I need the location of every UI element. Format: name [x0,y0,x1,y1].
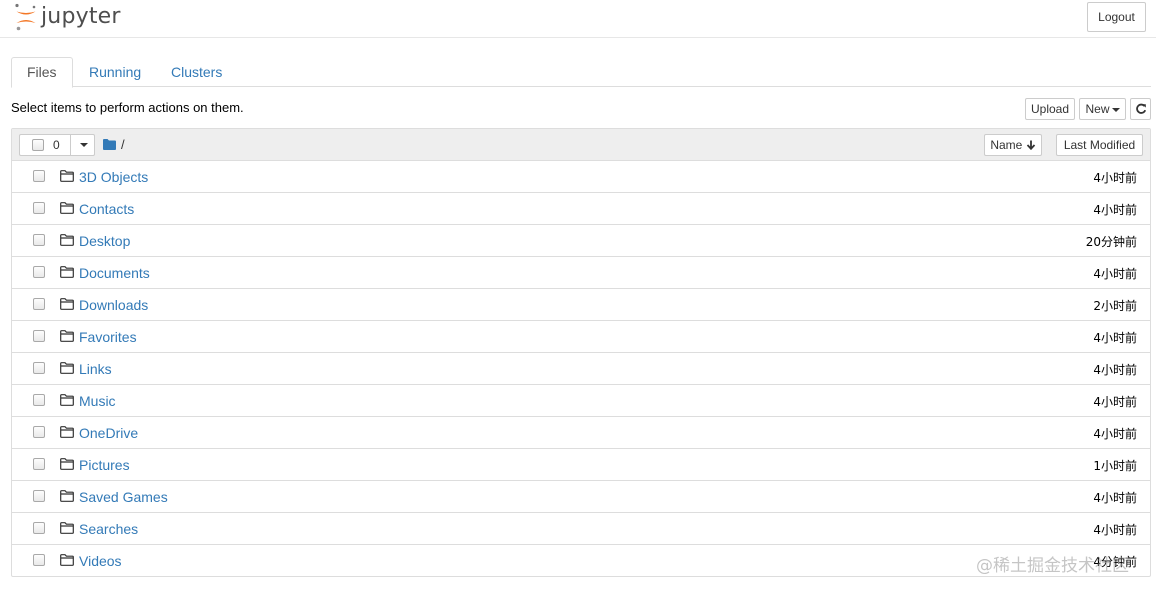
sort-last-modified-button[interactable]: Last Modified [1056,134,1143,156]
chevron-down-icon[interactable] [80,143,88,147]
folder-icon [60,298,74,313]
item-modified-time: 1小时前 [1093,459,1137,473]
folder-icon [60,522,74,537]
folder-icon [60,554,74,569]
selected-count: 0 [53,138,60,152]
item-name-link[interactable]: Links [79,361,112,377]
list-item[interactable]: Saved Games 4小时前 [12,481,1150,513]
refresh-icon [1135,103,1146,114]
list-item[interactable]: Searches 4小时前 [12,513,1150,545]
item-modified-time: 4分钟前 [1093,555,1137,569]
item-name-link[interactable]: Searches [79,521,138,537]
item-modified-time: 4小时前 [1093,267,1137,281]
item-modified-time: 4小时前 [1093,363,1137,377]
item-checkbox[interactable] [33,298,45,310]
file-list: 0 / Name Last Modified 3D Objects 4小时前 Con… [11,128,1151,577]
item-checkbox[interactable] [33,426,45,438]
list-item[interactable]: Music 4小时前 [12,385,1150,417]
item-name-link[interactable]: Contacts [79,201,134,217]
item-modified-time: 2小时前 [1093,299,1137,313]
item-checkbox[interactable] [33,362,45,374]
folder-icon [60,170,74,185]
item-name-link[interactable]: Downloads [79,297,148,313]
sort-name-label: Name [990,138,1023,152]
item-checkbox[interactable] [33,266,45,278]
list-item[interactable]: Links 4小时前 [12,353,1150,385]
select-all-dropdown[interactable]: 0 [19,134,95,156]
tab-running[interactable]: Running [74,57,156,87]
chevron-down-icon [1111,107,1120,112]
instructions-text: Select items to perform actions on them. [11,100,244,115]
tab-files[interactable]: Files [11,57,73,88]
item-checkbox[interactable] [33,394,45,406]
header: jupyter Logout [0,0,1156,38]
item-checkbox[interactable] [33,458,45,470]
item-name-link[interactable]: Pictures [79,457,130,473]
folder-icon [60,266,74,281]
item-name-link[interactable]: Saved Games [79,489,168,505]
breadcrumb-path[interactable]: / [121,137,125,152]
refresh-button[interactable] [1130,98,1151,120]
new-button[interactable]: New [1079,98,1126,120]
item-checkbox[interactable] [33,522,45,534]
list-item[interactable]: Videos 4分钟前 [12,545,1150,577]
item-modified-time: 4小时前 [1093,203,1137,217]
folder-icon [60,490,74,505]
select-all-checkbox[interactable] [32,139,44,151]
arrow-down-icon [1026,140,1035,151]
list-item[interactable]: OneDrive 4小时前 [12,417,1150,449]
item-name-link[interactable]: Documents [79,265,150,281]
folder-icon [60,426,74,441]
sort-name-button[interactable]: Name [984,134,1042,156]
jupyter-logo[interactable]: jupyter [14,2,121,32]
folder-icon [60,458,74,473]
item-name-link[interactable]: Desktop [79,233,130,249]
tab-clusters[interactable]: Clusters [156,57,237,87]
item-checkbox[interactable] [33,490,45,502]
list-item[interactable]: 3D Objects 4小时前 [12,161,1150,193]
folder-icon [60,234,74,249]
item-modified-time: 4小时前 [1093,427,1137,441]
tab-bar: Files Running Clusters [11,57,1151,88]
item-modified-time: 4小时前 [1093,171,1137,185]
logo-text: jupyter [41,3,121,29]
folder-icon [60,394,74,409]
item-checkbox[interactable] [33,202,45,214]
folder-icon [60,362,74,377]
list-item[interactable]: Favorites 4小时前 [12,321,1150,353]
breadcrumb: / [103,137,125,152]
item-modified-time: 4小时前 [1093,491,1137,505]
folder-icon [60,202,74,217]
item-modified-time: 4小时前 [1093,331,1137,345]
item-modified-time: 4小时前 [1093,395,1137,409]
new-button-label: New [1085,102,1110,116]
item-checkbox[interactable] [33,234,45,246]
folder-solid-icon[interactable] [103,139,116,150]
item-name-link[interactable]: Favorites [79,329,137,345]
list-header: 0 / Name Last Modified [12,129,1150,161]
item-name-link[interactable]: Videos [79,553,122,569]
item-name-link[interactable]: 3D Objects [79,169,148,185]
list-item[interactable]: Pictures 1小时前 [12,449,1150,481]
list-item[interactable]: Documents 4小时前 [12,257,1150,289]
item-checkbox[interactable] [33,330,45,342]
divider [70,135,71,155]
item-modified-time: 20分钟前 [1085,235,1137,249]
item-checkbox[interactable] [33,170,45,182]
item-name-link[interactable]: OneDrive [79,425,138,441]
item-modified-time: 4小时前 [1093,523,1137,537]
item-name-link[interactable]: Music [79,393,116,409]
list-item[interactable]: Downloads 2小时前 [12,289,1150,321]
upload-button[interactable]: Upload [1025,98,1075,120]
list-item[interactable]: Contacts 4小时前 [12,193,1150,225]
jupyter-logo-icon [15,3,36,31]
folder-icon [60,330,74,345]
list-item[interactable]: Desktop 20分钟前 [12,225,1150,257]
logout-button[interactable]: Logout [1087,2,1146,32]
item-checkbox[interactable] [33,554,45,566]
